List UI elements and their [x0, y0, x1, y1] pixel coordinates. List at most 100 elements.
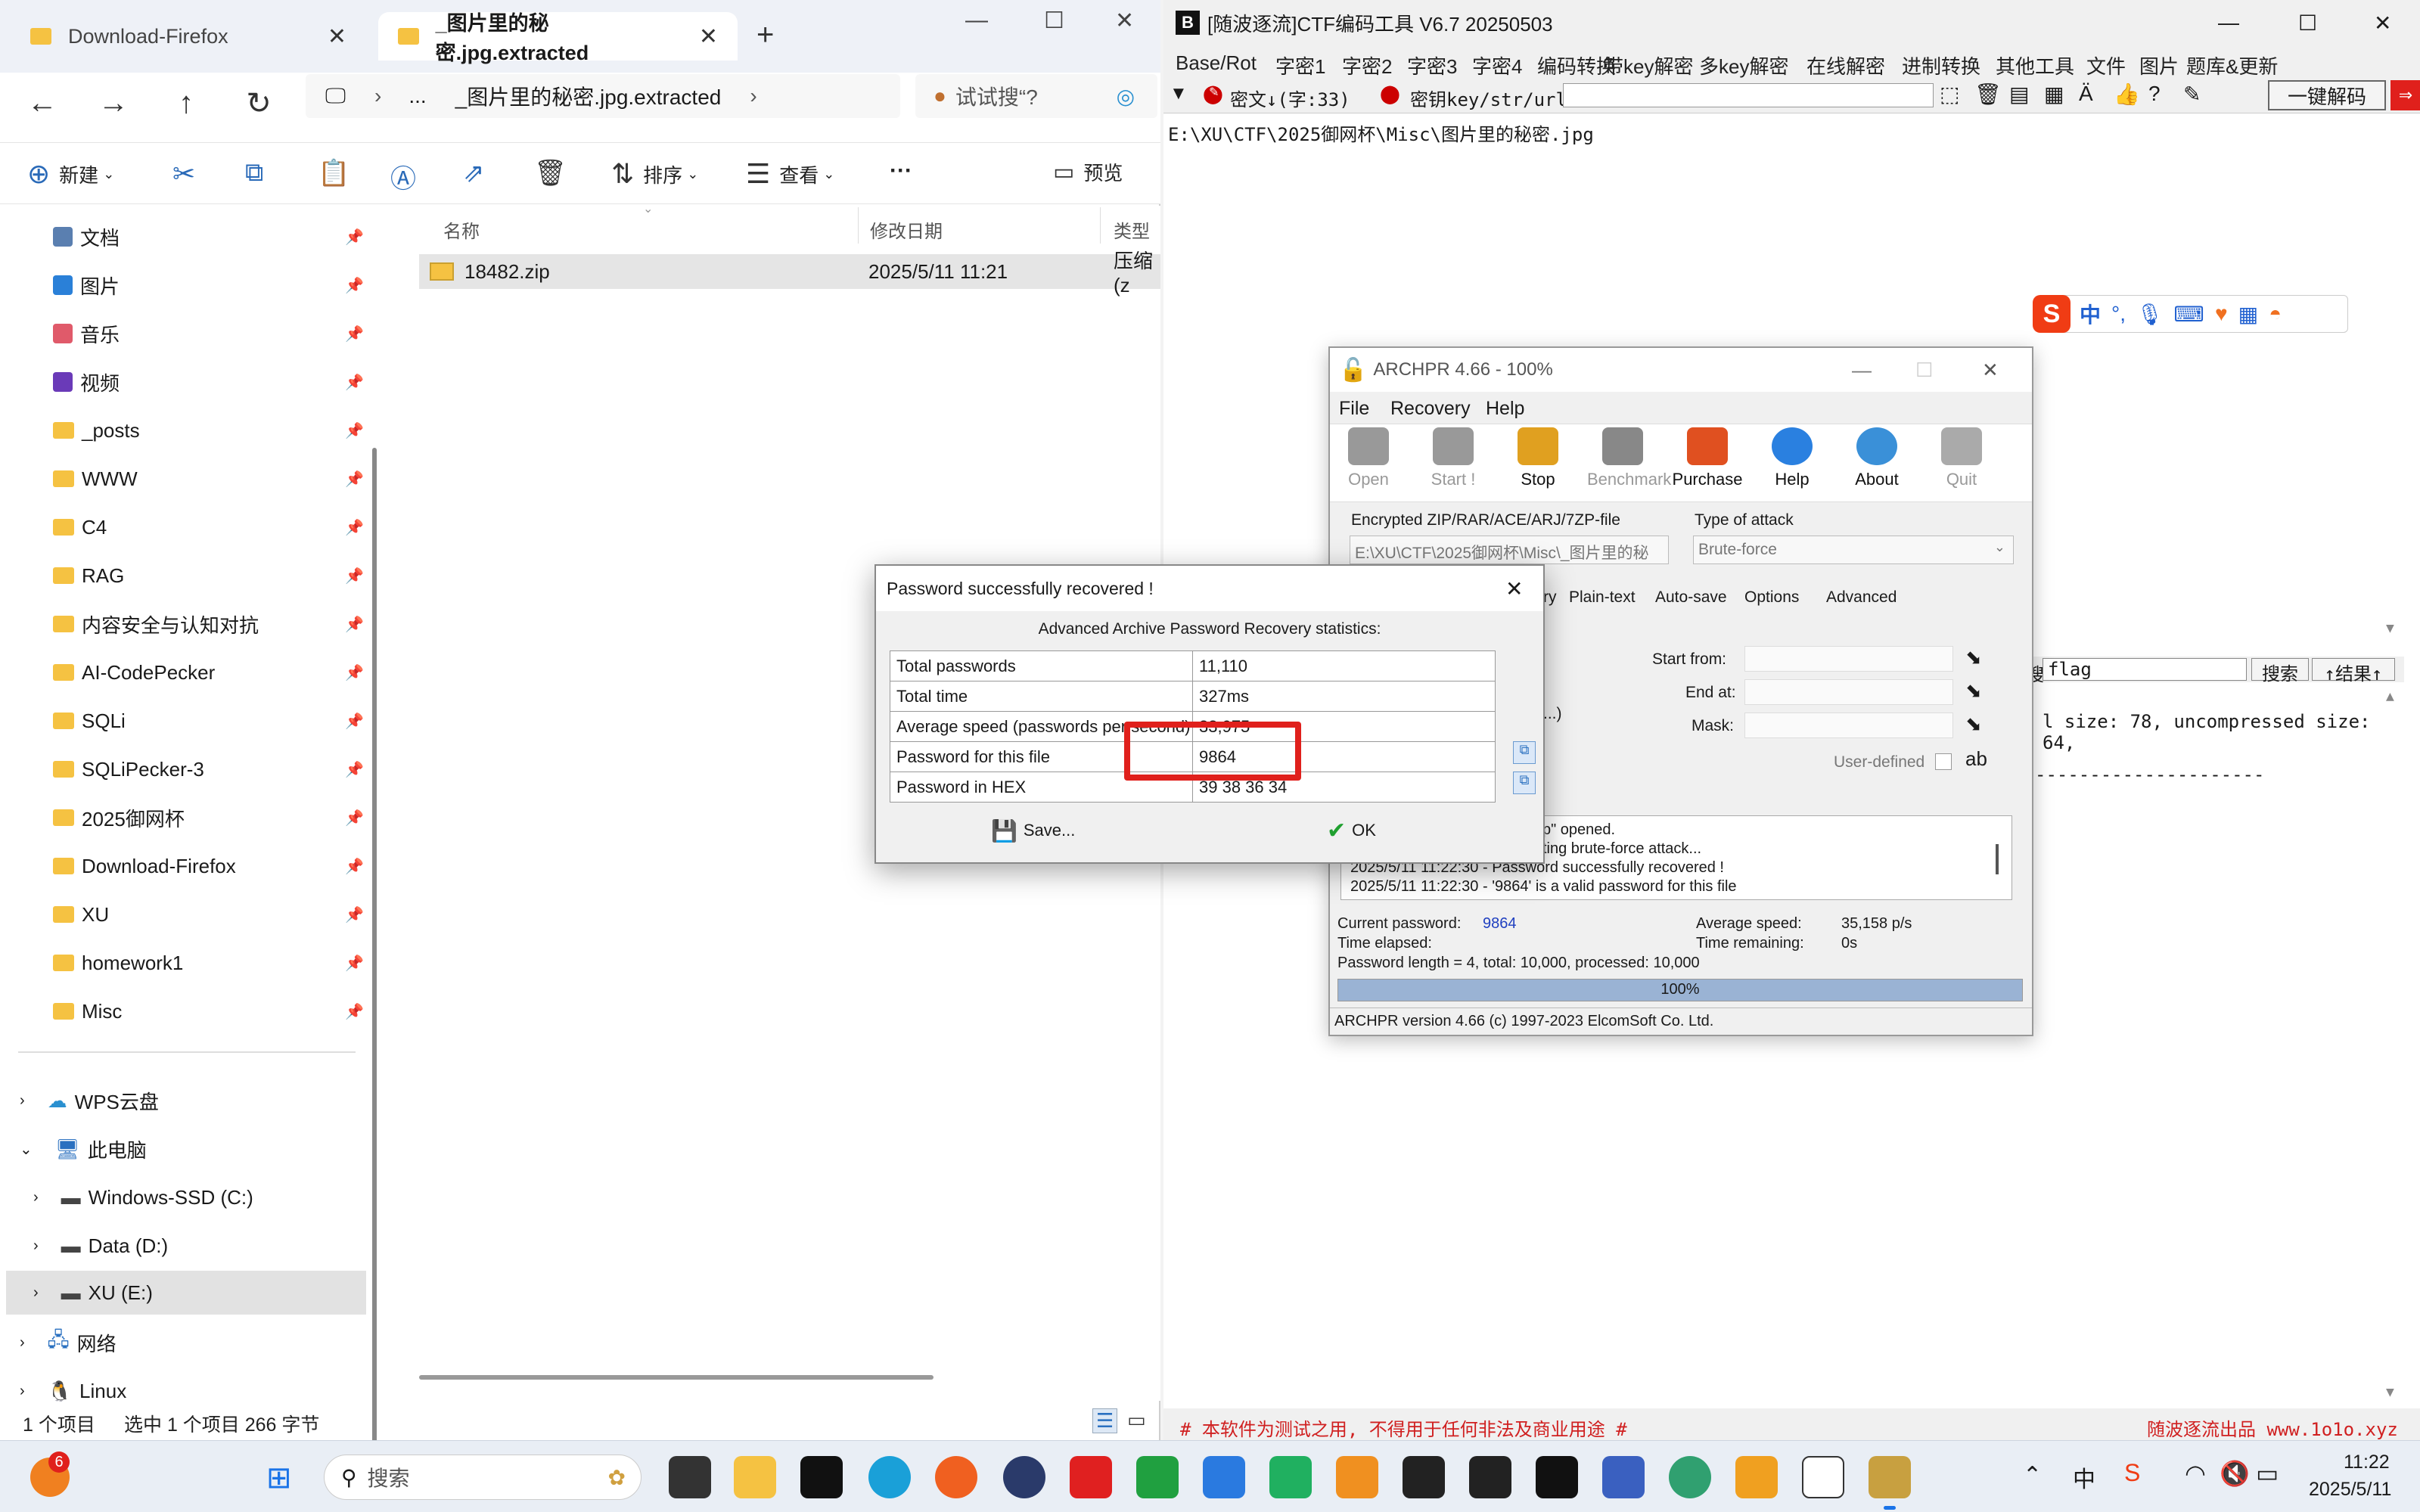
maximize-icon[interactable]: ☐: [1044, 8, 1064, 34]
menu-item[interactable]: 带key解密: [1604, 51, 1693, 79]
scroll-down-icon[interactable]: ▼: [2386, 620, 2394, 636]
sidebar-scrollbar[interactable]: [372, 448, 377, 1507]
sidebar-item[interactable]: XU 📌: [0, 893, 371, 936]
vscode-icon[interactable]: [1602, 1456, 1645, 1498]
taskbar-search[interactable]: ⚲ 搜索 ✿: [324, 1455, 642, 1500]
edge-icon[interactable]: [868, 1456, 911, 1498]
keyboard-icon[interactable]: ⌨: [2174, 302, 2204, 327]
sidebar-item[interactable]: SQLiPecker-3 📌: [0, 747, 371, 791]
up-icon[interactable]: ↑: [163, 86, 209, 120]
close-icon[interactable]: ✕: [328, 23, 346, 50]
help-button[interactable]: Help: [1757, 427, 1828, 489]
sidebar-item[interactable]: 图片 📌: [0, 263, 371, 307]
firefox-icon[interactable]: [935, 1456, 977, 1498]
ime-toolbar[interactable]: S 中 °, 🎙 ⌨ ♥ ▦ ◓: [2033, 295, 2348, 333]
chatgpt-icon[interactable]: [1669, 1456, 1711, 1498]
toolbox-icon[interactable]: ▦: [2238, 302, 2258, 327]
pin-icon[interactable]: 📌: [345, 954, 364, 973]
pin-icon[interactable]: 📌: [345, 324, 364, 343]
sidebar-item-drive-c[interactable]: › ▬ Windows-SSD (C:): [0, 1175, 371, 1219]
terminal-icon[interactable]: [1403, 1456, 1445, 1498]
share-icon[interactable]: ⇗: [463, 158, 485, 188]
refresh-icon[interactable]: ↻: [236, 86, 281, 121]
address-bar[interactable]: 🖵 › ... _图片里的秘密.jpg.extracted ›: [306, 74, 900, 118]
font-icon[interactable]: Ä: [2079, 82, 2093, 106]
sidebar-item[interactable]: Download-Firefox 📌: [0, 844, 371, 888]
sidebar-item[interactable]: 文档 📌: [0, 215, 371, 259]
mask-input[interactable]: [1744, 713, 1953, 738]
menu-item[interactable]: 字密2: [1342, 51, 1392, 79]
wechat-icon[interactable]: [1269, 1456, 1312, 1498]
details-view-icon[interactable]: ☰: [1092, 1408, 1118, 1433]
delete-icon[interactable]: 🗑: [534, 158, 567, 188]
purchase-button[interactable]: Purchase: [1672, 427, 1743, 489]
archive-app-icon[interactable]: [1735, 1456, 1778, 1498]
pin-icon[interactable]: 📌: [345, 276, 364, 295]
column-header-modified[interactable]: 修改日期: [870, 216, 943, 243]
sidebar-item[interactable]: RAG 📌: [0, 554, 371, 598]
end-at-input[interactable]: [1744, 679, 1953, 705]
menu-item[interactable]: 多key解密: [1699, 51, 1788, 79]
column-header-name[interactable]: 名称: [443, 216, 480, 243]
ok-button[interactable]: ✔ OK: [1327, 815, 1433, 846]
forward-icon[interactable]: →: [91, 86, 136, 120]
menu-item[interactable]: Base/Rot: [1176, 51, 1257, 75]
ime-punct[interactable]: °,: [2111, 302, 2126, 326]
sidebar-item-this-pc[interactable]: ⌄ 🖥 此电脑: [0, 1127, 371, 1171]
sidebar-item[interactable]: 音乐 📌: [0, 312, 371, 355]
new-tab-icon[interactable]: +: [756, 18, 774, 52]
sidebar-item-wps[interactable]: › ☁ WPS云盘: [0, 1079, 371, 1122]
minimize-icon[interactable]: —: [1852, 359, 1872, 382]
minimize-icon[interactable]: —: [965, 8, 988, 33]
menu-item[interactable]: 文件: [2086, 51, 2126, 79]
tiles-view-icon[interactable]: ▭: [1127, 1408, 1146, 1432]
pin-icon[interactable]: 📌: [345, 518, 364, 537]
menu-item[interactable]: Help: [1486, 398, 1524, 420]
volume-muted-icon[interactable]: 🔇: [2220, 1459, 2250, 1488]
app-icon[interactable]: [1336, 1456, 1378, 1498]
ctf-tool-taskbar-icon[interactable]: [1536, 1456, 1578, 1498]
menu-item[interactable]: 字密1: [1275, 51, 1325, 79]
tab-1[interactable]: Plain-text: [1569, 588, 1636, 607]
close-icon[interactable]: ✕: [1115, 8, 1134, 34]
preview-button[interactable]: ▭ 预览: [1053, 158, 1123, 186]
menu-item[interactable]: File: [1339, 398, 1369, 420]
ime-lang[interactable]: 中: [2080, 299, 2101, 329]
maximize-icon[interactable]: ☐: [1915, 359, 1933, 382]
sidebar-item[interactable]: 视频 📌: [0, 360, 371, 404]
save-button[interactable]: 💾 Save...: [991, 815, 1157, 846]
thumbs-up-icon[interactable]: 👍: [2114, 82, 2140, 107]
pin-icon[interactable]: 📌: [345, 760, 364, 779]
sidebar-item[interactable]: 内容安全与认知对抗 📌: [0, 602, 371, 646]
search-button[interactable]: 搜索: [2251, 658, 2309, 685]
battery-icon[interactable]: ▭: [2256, 1459, 2279, 1488]
key-input[interactable]: [1563, 83, 1934, 107]
menu-item[interactable]: 在线解密: [1806, 51, 1885, 79]
attack-type-select[interactable]: Brute-force ⌄: [1693, 536, 2014, 564]
open-button[interactable]: Open: [1333, 427, 1404, 489]
scroll-down-icon[interactable]: ▼: [2386, 1384, 2394, 1400]
about-button[interactable]: About: [1841, 427, 1912, 489]
pin-icon[interactable]: 📌: [345, 567, 364, 585]
menu-item[interactable]: 其他工具: [1996, 51, 2074, 79]
sort-button[interactable]: ⇅ 排序 ⌄: [611, 158, 698, 190]
menu-item[interactable]: 进制转换: [1902, 51, 1980, 79]
menu-item[interactable]: 图片: [2139, 51, 2179, 79]
task-view-icon[interactable]: [669, 1456, 711, 1498]
breadcrumb-more[interactable]: ...: [409, 84, 426, 108]
start-button[interactable]: Start !: [1418, 427, 1489, 489]
table-row[interactable]: 18482.zip 2025/5/11 11:21 压缩(z: [419, 250, 1160, 297]
pin-icon[interactable]: 📌: [345, 470, 364, 489]
horizontal-scrollbar[interactable]: [419, 1375, 934, 1380]
sidebar-item-drive-e[interactable]: › ▬ XU (E:): [6, 1271, 366, 1315]
tab-4[interactable]: Advanced: [1826, 588, 1897, 607]
select-icon[interactable]: ⬚: [1940, 82, 1959, 107]
range-picker-icon[interactable]: ⬊: [1965, 679, 1982, 703]
sidebar-item[interactable]: Misc 📌: [0, 989, 371, 1033]
log-scrollbar[interactable]: [1996, 844, 1999, 874]
tab-extracted[interactable]: _图片里的秘密.jpg.extracted ✕: [378, 12, 738, 64]
pin-icon[interactable]: 📌: [345, 1002, 364, 1021]
range-picker-icon[interactable]: ⬊: [1965, 646, 1982, 669]
arrow-right-icon[interactable]: ⇒: [2390, 80, 2420, 110]
pin-icon[interactable]: 📌: [345, 228, 364, 247]
